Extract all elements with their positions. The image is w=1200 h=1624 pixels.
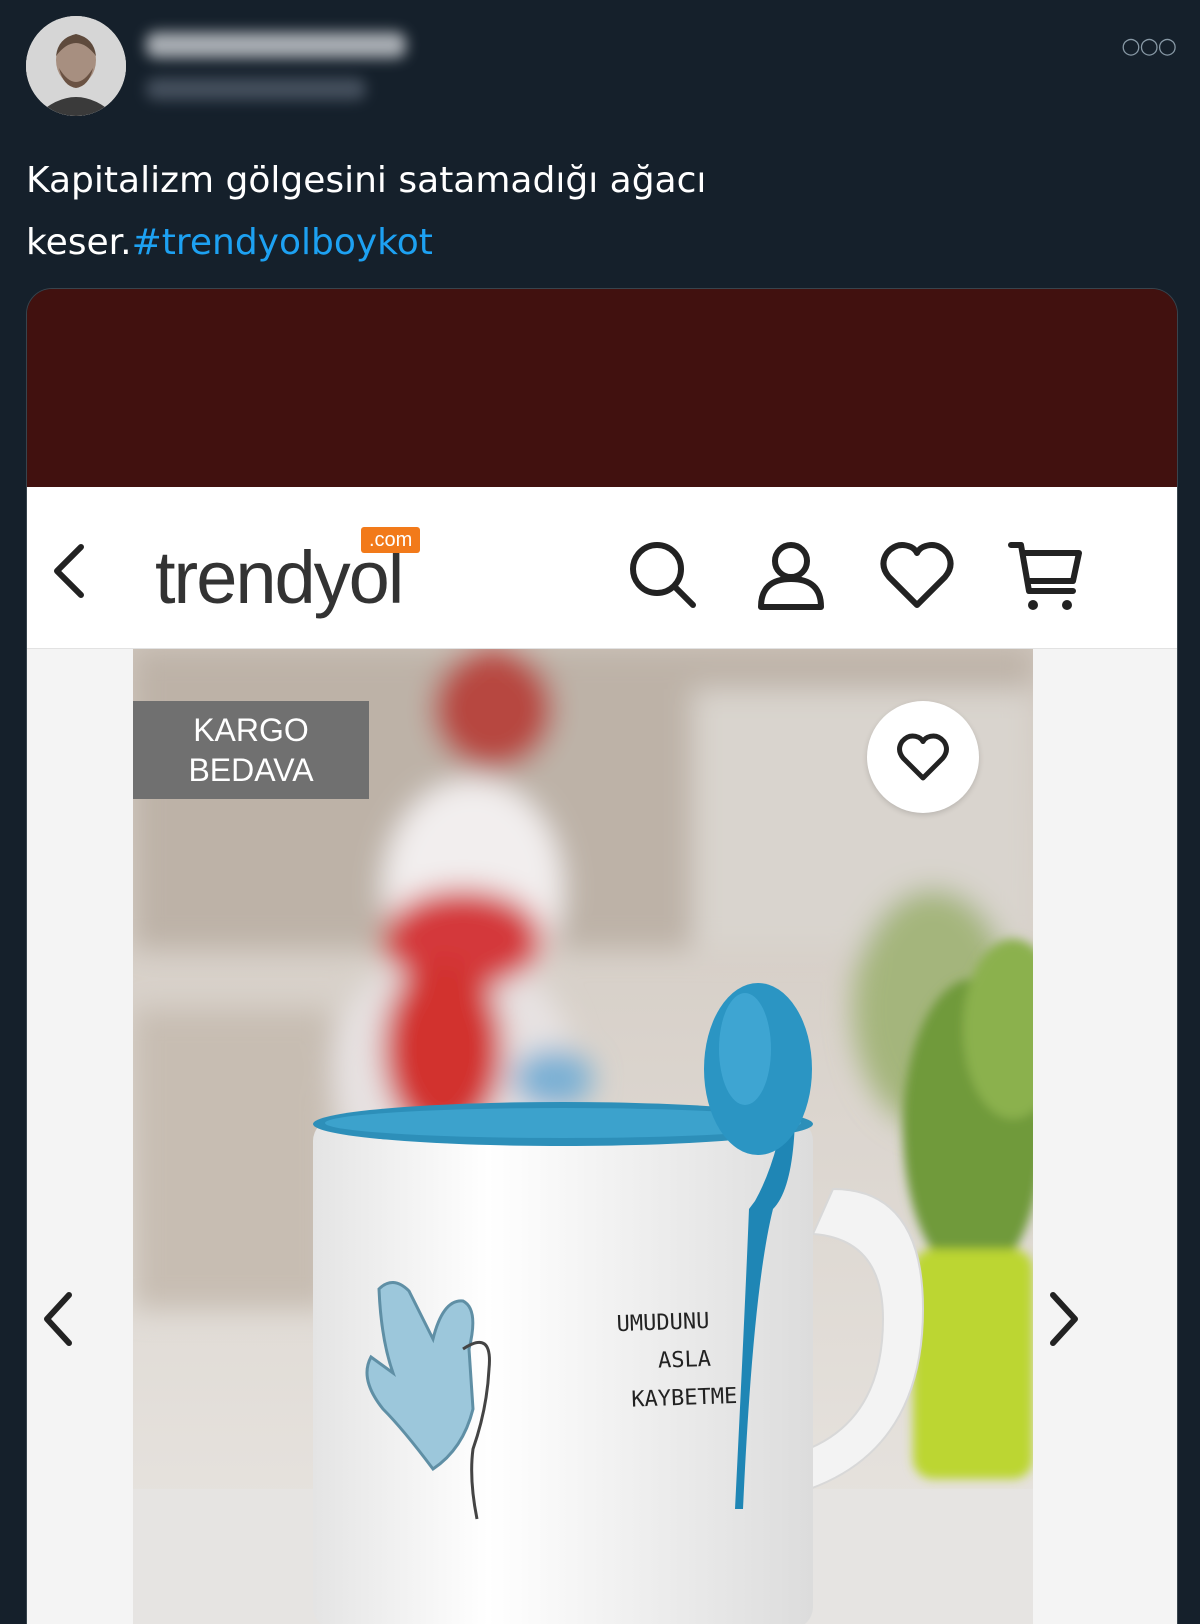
badge-line1: KARGO — [193, 712, 309, 748]
logo-badge: .com — [361, 527, 421, 553]
cart-icon[interactable] — [1005, 535, 1085, 615]
more-horizontal-icon[interactable]: ○○○ — [1121, 34, 1177, 59]
hashtag-link[interactable]: #trendyolboykot — [132, 222, 433, 263]
next-image-arrow[interactable] — [1035, 1279, 1095, 1359]
product-image[interactable]: KARGO BEDAVA UMUDUNU ASLA KAYBETME — [133, 649, 1033, 1624]
search-icon[interactable] — [623, 535, 703, 615]
media-top-bar — [27, 289, 1177, 487]
app-screenshot: trendyol .com KARGO BEDAVA UMUDUNU ASLA … — [27, 487, 1177, 1624]
mug-line2: ASLA — [657, 1346, 712, 1374]
tweet-header: ○○○ — [26, 16, 1177, 116]
username-blurred — [146, 78, 366, 100]
mug-print-text: UMUDUNU ASLA KAYBETME — [616, 1302, 738, 1420]
product-gallery[interactable]: KARGO BEDAVA UMUDUNU ASLA KAYBETME — [27, 649, 1177, 1624]
mug-line1: UMUDUNU — [616, 1308, 710, 1338]
favorite-button[interactable] — [867, 701, 979, 813]
back-chevron-icon[interactable] — [41, 531, 101, 611]
heart-icon — [897, 733, 949, 781]
display-name-blurred — [146, 32, 406, 58]
media-card[interactable]: trendyol .com KARGO BEDAVA UMUDUNU ASLA … — [26, 288, 1178, 1624]
mug-line3: KAYBETME — [630, 1383, 738, 1413]
heart-icon[interactable] — [877, 535, 957, 615]
prev-image-arrow[interactable] — [27, 1279, 87, 1359]
trendyol-logo[interactable]: trendyol .com — [155, 527, 455, 627]
free-shipping-badge: KARGO BEDAVA — [133, 701, 369, 799]
badge-line2: BEDAVA — [188, 752, 314, 788]
app-header: trendyol .com — [27, 487, 1177, 649]
user-icon[interactable] — [751, 535, 831, 615]
avatar[interactable] — [26, 16, 126, 116]
tweet-text: Kapitalizm gölgesini satamadığı ağacı ke… — [26, 150, 1026, 274]
